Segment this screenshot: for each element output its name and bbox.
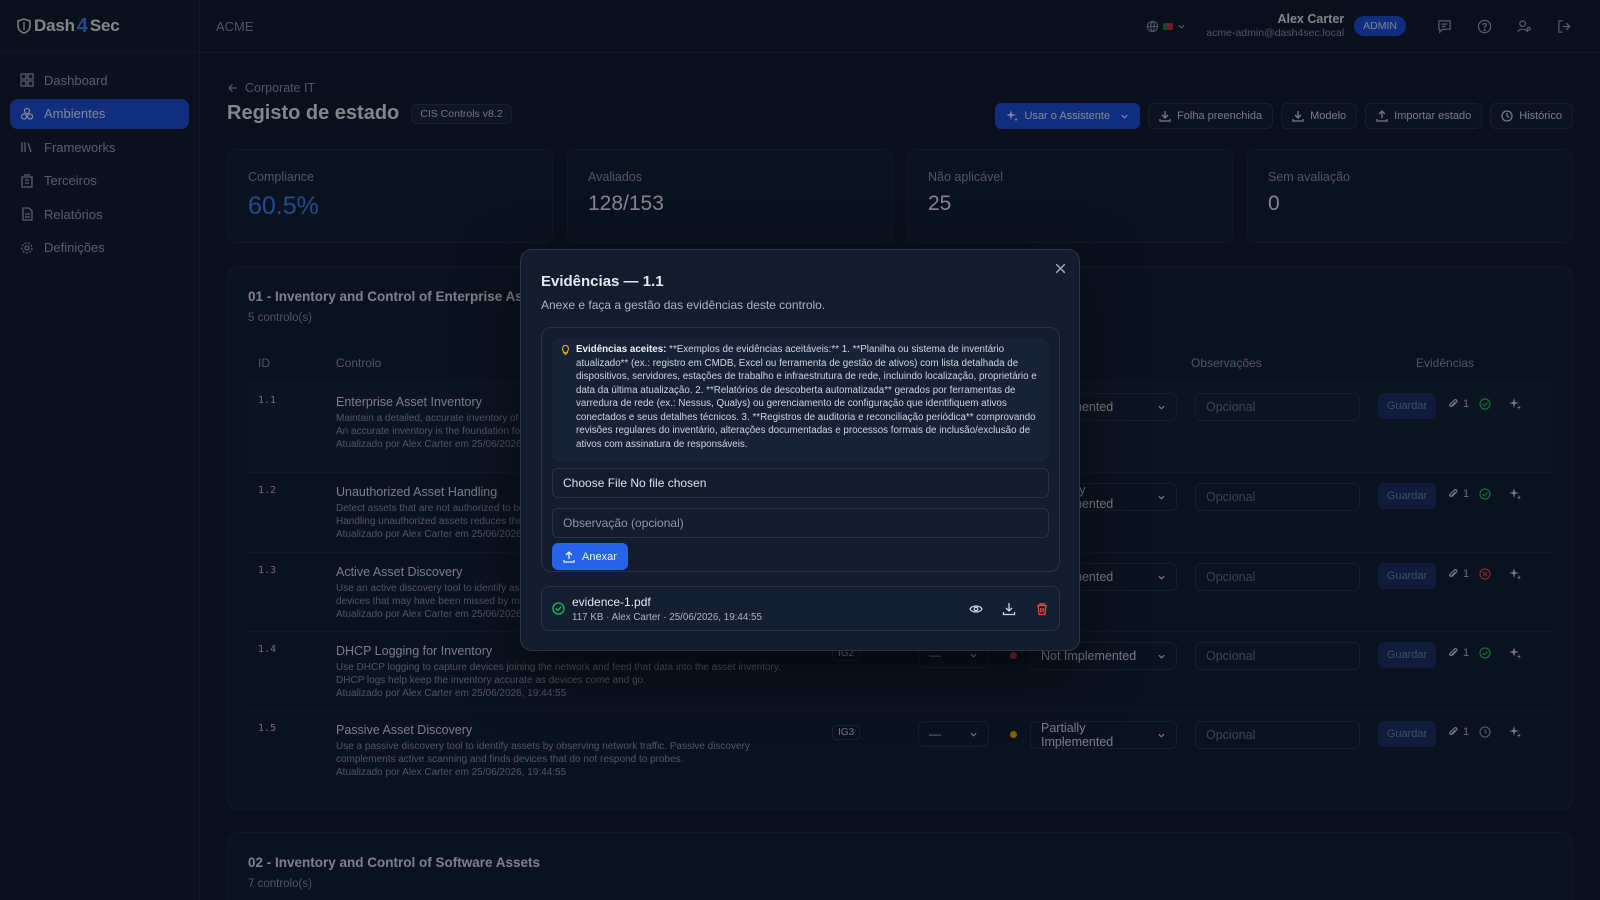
eye-icon: [969, 605, 983, 613]
check-circle-icon: [552, 602, 565, 615]
trash-icon: [1037, 603, 1047, 616]
download-button[interactable]: [1002, 602, 1016, 616]
evidence-file-actions: [969, 602, 1049, 616]
evidence-notes-input[interactable]: Observação (opcional): [552, 508, 1049, 538]
upload-icon: [563, 550, 575, 563]
modal-subtitle: Anexe e faça a gestão das evidências des…: [541, 298, 826, 312]
evidence-file-name: evidence-1.pdf: [572, 595, 651, 609]
upload-panel: Evidências aceites: **Exemplos de evidên…: [541, 327, 1060, 572]
evidence-modal: Evidências — 1.1 Anexe e faça a gestão d…: [520, 249, 1080, 651]
close-icon: [1055, 263, 1066, 274]
preview-button[interactable]: [969, 602, 983, 616]
modal-title: Evidências — 1.1: [541, 273, 664, 290]
accepted-evidence-hint: Evidências aceites: **Exemplos de evidên…: [552, 338, 1049, 462]
lightbulb-icon: [562, 344, 569, 355]
attach-button-label: Anexar: [582, 550, 617, 563]
close-button[interactable]: [1054, 262, 1067, 275]
download-icon: [1002, 603, 1016, 616]
attach-button[interactable]: Anexar: [552, 543, 628, 570]
evidence-file-meta: 117 KB · Alex Carter · 25/06/2026, 19:44…: [572, 612, 762, 623]
hint-text: **Exemplos de evidências aceitáveis:** 1…: [576, 344, 1037, 450]
evidence-file-row: evidence-1.pdf 117 KB · Alex Carter · 25…: [541, 586, 1060, 631]
delete-button[interactable]: [1035, 602, 1049, 616]
hint-label: Evidências aceites:: [576, 344, 667, 355]
file-input[interactable]: Choose File No file chosen: [552, 468, 1049, 498]
